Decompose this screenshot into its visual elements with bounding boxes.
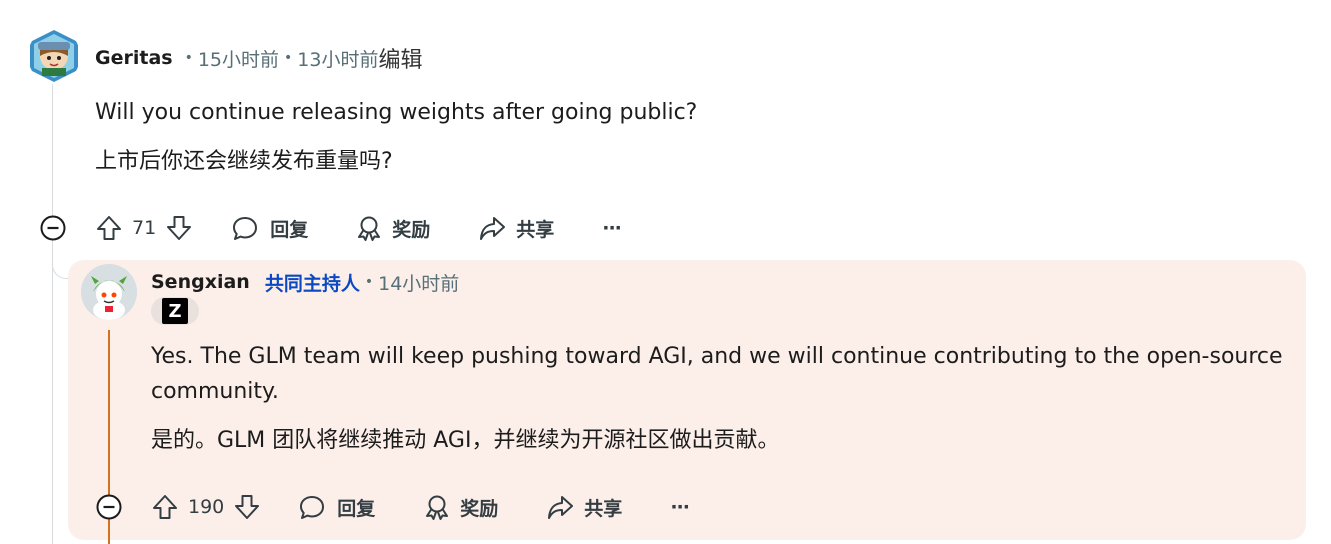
flair-logo: Z (162, 298, 188, 324)
separator-dot: • (364, 274, 374, 290)
share-icon (548, 496, 574, 519)
reply-label: 回复 (337, 497, 376, 520)
downvote-button[interactable] (233, 493, 261, 521)
award-button[interactable]: 奖励 (355, 208, 430, 248)
user-flair: Z (151, 297, 199, 325)
more-options-button[interactable]: ··· (670, 487, 690, 527)
upvote-button[interactable] (95, 214, 123, 242)
separator-dot: • (184, 50, 193, 66)
reply-label: 回复 (270, 218, 309, 241)
more-icon: ··· (602, 217, 622, 239)
reply-icon (233, 217, 258, 240)
share-button[interactable]: 共享 (478, 208, 554, 248)
more-icon: ··· (670, 496, 690, 518)
share-label: 共享 (516, 218, 555, 241)
posted-time[interactable]: 14小时前 (378, 269, 459, 296)
downvote-icon (235, 495, 260, 519)
separator-dot: • (284, 50, 293, 66)
posted-time[interactable]: 15小时前 (198, 45, 279, 72)
thread-line[interactable] (52, 84, 53, 544)
comment2-actions: 190 回复 奖励 共享 ··· (151, 487, 690, 527)
author-name[interactable]: Sengxian (151, 271, 250, 293)
collapse-button[interactable] (33, 208, 73, 248)
comment-text-en: Will you continue releasing weights afte… (95, 100, 698, 125)
avatar-geritas[interactable] (28, 28, 80, 84)
award-button[interactable]: 奖励 (423, 487, 498, 527)
upvote-button[interactable] (151, 493, 179, 521)
vote-group: 190 (151, 487, 261, 527)
collapse-icon (40, 215, 66, 241)
downvote-button[interactable] (165, 214, 193, 242)
reply-icon (300, 496, 325, 519)
comment1-body: Will you continue releasing weights afte… (95, 95, 1245, 179)
comment-text-zh: 是的。GLM 团队将继续推动 AGI，并继续为开源社区做出贡献。 (151, 428, 780, 453)
vote-count: 190 (188, 496, 225, 518)
share-label: 共享 (584, 497, 623, 520)
comment2-header: Sengxian 共同主持人 • 14小时前 (151, 268, 459, 296)
collapse-icon (96, 494, 122, 520)
edited-label: 编辑 (378, 48, 423, 73)
reply-button[interactable]: 回复 (231, 208, 308, 248)
comment2-body: Yes. The GLM team will keep pushing towa… (151, 339, 1286, 458)
collapse-button[interactable] (89, 487, 129, 527)
comment1-actions: 71 回复 奖励 共享 ··· (95, 208, 622, 248)
avatar-sengxian[interactable] (81, 264, 137, 320)
share-button[interactable]: 共享 (546, 487, 622, 527)
vote-group: 71 (95, 208, 193, 248)
moderator-badge[interactable]: 共同主持人 (265, 269, 360, 296)
comment-text-zh: 上市后你还会继续发布重量吗? (95, 149, 393, 174)
reply-button[interactable]: 回复 (298, 487, 375, 527)
more-options-button[interactable]: ··· (602, 208, 622, 248)
award-icon (358, 216, 381, 241)
edited-time: 13小时前 (297, 48, 379, 71)
comment-text-en: Yes. The GLM team will keep pushing towa… (151, 344, 1283, 404)
upvote-icon (97, 216, 121, 240)
comment1-header: Geritas • 15小时前 • 13小时前 编辑 (95, 44, 423, 73)
award-label: 奖励 (392, 218, 431, 241)
upvote-icon (153, 495, 177, 519)
share-icon (480, 217, 506, 240)
author-name[interactable]: Geritas (95, 47, 173, 69)
award-icon (426, 495, 449, 520)
award-label: 奖励 (460, 497, 499, 520)
vote-count: 71 (132, 217, 157, 239)
downvote-icon (167, 216, 192, 240)
